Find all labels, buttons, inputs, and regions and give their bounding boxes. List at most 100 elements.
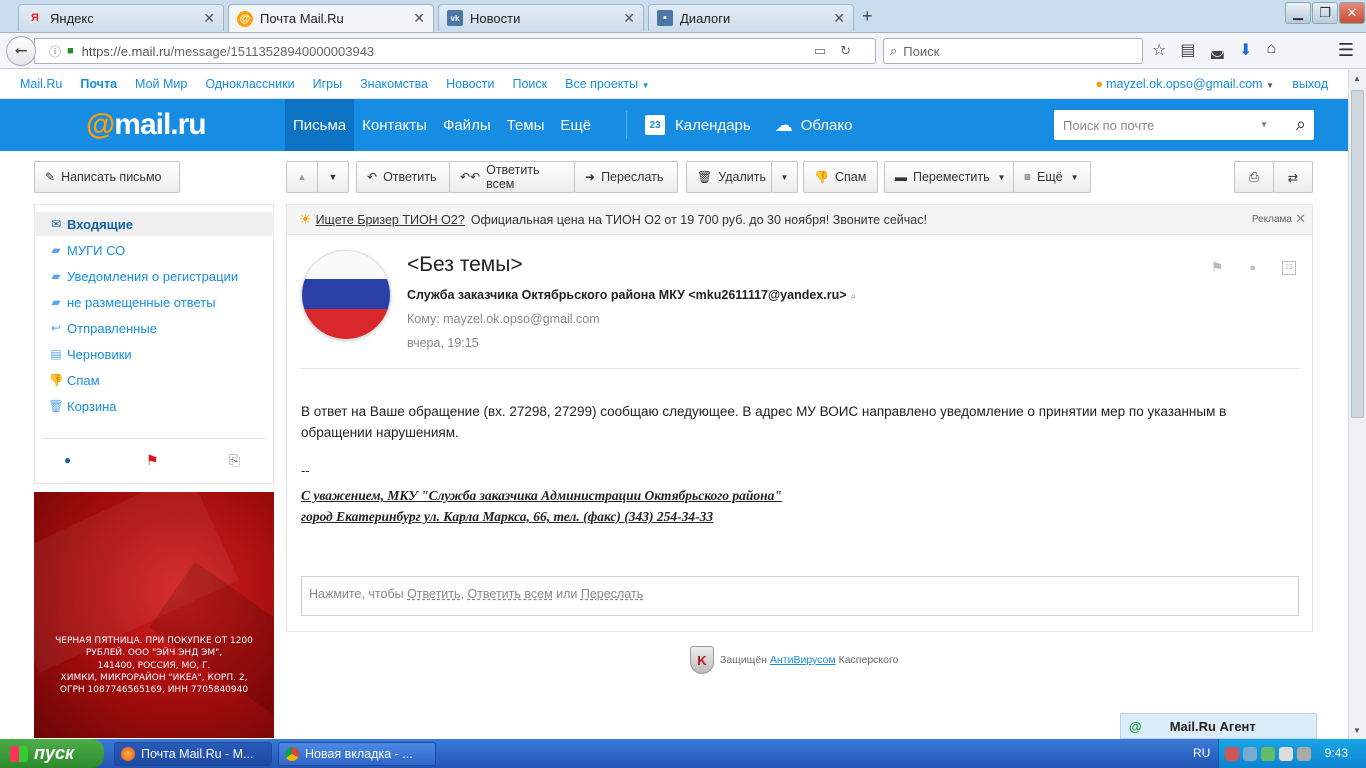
sun-icon: ☀	[299, 211, 312, 227]
nav-more[interactable]: Ещё	[552, 99, 599, 151]
menu-icon[interactable]: ☰	[1338, 40, 1354, 61]
portal-link-search[interactable]: Поиск	[513, 77, 548, 91]
delete-button[interactable]: 🗑 Удалить	[686, 161, 772, 193]
delete-options-button[interactable]: ▼	[771, 161, 798, 193]
search-icon[interactable]: ⌕	[1296, 114, 1306, 135]
header-extra: 23 Календарь ☁ Облако	[645, 99, 852, 151]
start-button[interactable]: пуск	[0, 739, 104, 768]
address-bar[interactable]: ⓘ ■ https://e.mail.ru/message/1511352894…	[34, 38, 876, 64]
portal-link-ok[interactable]: Одноклассники	[205, 77, 294, 91]
home-icon[interactable]: ⌂	[1266, 40, 1276, 60]
folder-registration-notices[interactable]: ▰ Уведомления о регистрации	[34, 264, 274, 288]
tray-app-icon[interactable]	[1225, 746, 1239, 761]
new-tab-icon[interactable]: +	[862, 6, 873, 27]
bookmark-star-icon[interactable]: ☆	[1152, 40, 1166, 60]
folder-drafts[interactable]: ▤ Черновики	[34, 342, 274, 366]
info-icon[interactable]: ⓘ	[49, 43, 61, 60]
translate-button[interactable]: ⇄	[1273, 161, 1313, 193]
close-tab-icon[interactable]: ✕	[413, 10, 425, 27]
tab-dialogs[interactable]: ▪ Диалоги ✕	[648, 4, 854, 31]
taskbar-item-chrome[interactable]: Новая вкладка - ...	[278, 742, 436, 766]
user-menu[interactable]: ● mayzel.ok.opso@gmail.com ▼	[1096, 77, 1274, 91]
portal-link-games[interactable]: Игры	[313, 77, 342, 91]
mail-search-input[interactable]: Поиск по почте ▼ ⌕	[1054, 110, 1314, 140]
taskbar-item-firefox[interactable]: Почта Mail.Ru - М...	[114, 742, 272, 766]
more-button[interactable]: ≡ Ещё ▼	[1013, 161, 1091, 193]
folder-unplaced-replies[interactable]: ▰ не размещенные ответы	[34, 290, 274, 314]
flagged-filter-icon[interactable]: ⚑	[146, 452, 159, 469]
close-icon[interactable]: ✕	[1295, 211, 1306, 227]
quick-reply-box[interactable]: Нажмите, чтобы Ответить, Ответить всем и…	[301, 576, 1299, 616]
clock: 9:43	[1324, 746, 1348, 760]
portal-link-news[interactable]: Новости	[446, 77, 494, 91]
nav-letters[interactable]: Письма	[285, 99, 355, 151]
close-tab-icon[interactable]: ✕	[833, 10, 845, 27]
pocket-icon[interactable]: ◛	[1209, 40, 1225, 60]
message-from[interactable]: Служба заказчика Октябрьского района МКУ…	[407, 288, 856, 302]
display-icon[interactable]	[1297, 746, 1311, 761]
folder-inbox[interactable]: ✉ Входящие	[34, 212, 274, 236]
portal-link-mailru[interactable]: Mail.Ru	[20, 77, 62, 91]
close-tab-icon[interactable]: ✕	[623, 10, 635, 27]
tab-vk-news[interactable]: vk Новости ✕	[438, 4, 644, 31]
network-icon[interactable]	[1243, 746, 1257, 761]
folder-icon: ▰	[51, 269, 61, 283]
folder-sent[interactable]: ↩ Отправленные	[34, 316, 274, 340]
folder-spam[interactable]: 👎 Спам	[34, 368, 274, 392]
print-button[interactable]: ⎙	[1234, 161, 1274, 193]
attachment-filter-icon[interactable]: ⎘	[229, 452, 240, 469]
nav-themes[interactable]: Темы	[499, 99, 553, 151]
folder-mugi-so[interactable]: ▰ МУГИ СО	[34, 238, 274, 262]
bookmark-icon[interactable]: ⚑	[1211, 259, 1224, 276]
nav-cloud[interactable]: Облако	[801, 117, 853, 134]
compose-button[interactable]: ✎ Написать письмо	[34, 161, 180, 193]
reply-button[interactable]: ↶ Ответить	[356, 161, 450, 193]
browser-search-input[interactable]: ⌕ Поиск	[883, 38, 1143, 64]
quick-reply-link[interactable]: Ответить	[407, 587, 460, 601]
spam-button[interactable]: 👎 Спам	[803, 161, 878, 193]
scroll-thumb[interactable]	[1351, 90, 1364, 418]
ad-link[interactable]: Ищете Бризер ТИОН О2?	[316, 213, 465, 227]
reader-reload-icons[interactable]: ▭↻	[814, 43, 865, 59]
mailru-agent-bar[interactable]: @ Mail.Ru Агент	[1120, 713, 1317, 739]
portal-link-mail[interactable]: Почта	[80, 77, 117, 91]
maximize-icon[interactable]: ❐	[1312, 2, 1338, 24]
language-indicator[interactable]: RU	[1193, 746, 1210, 760]
reply-all-button[interactable]: ↶↶ Ответить всем	[449, 161, 575, 193]
antivirus-icon[interactable]	[1261, 746, 1275, 761]
close-window-icon[interactable]: ✕	[1339, 2, 1365, 24]
chevron-down-icon: ▼	[997, 172, 1006, 182]
tab-mailru[interactable]: @ Почта Mail.Ru ✕	[228, 4, 434, 32]
kaspersky-link[interactable]: АнтиВирусом	[770, 654, 836, 666]
forward-button[interactable]: ➜ Переслать	[574, 161, 678, 193]
nav-contacts[interactable]: Контакты	[354, 99, 435, 151]
unread-filter-icon[interactable]: ●	[64, 453, 71, 467]
message-actions: ⚑ ● 23	[1211, 259, 1296, 276]
mailru-logo[interactable]: @mail.ru	[86, 108, 207, 142]
chevron-down-icon[interactable]: ▼	[1260, 120, 1268, 129]
logout-link[interactable]: выход	[1292, 77, 1328, 91]
quick-forward-link[interactable]: Переслать	[581, 587, 643, 601]
page-scrollbar[interactable]: ▲ ▼	[1348, 70, 1366, 739]
bookmarks-list-icon[interactable]: ▤	[1180, 40, 1195, 60]
tab-yandex[interactable]: Я Яндекс ✕	[18, 4, 224, 31]
download-icon[interactable]: ⬇	[1239, 40, 1252, 60]
move-button[interactable]: ▬ Переместить ▼	[884, 161, 1014, 193]
prev-message-button[interactable]: ▲	[286, 161, 318, 193]
calendar-icon[interactable]: 23	[1282, 260, 1296, 275]
back-button[interactable]: ⭠	[6, 36, 36, 66]
nav-files[interactable]: Файлы	[435, 99, 499, 151]
nav-calendar[interactable]: Календарь	[675, 117, 751, 134]
minimize-icon[interactable]: ▁	[1285, 2, 1311, 24]
volume-icon[interactable]	[1279, 746, 1293, 761]
close-tab-icon[interactable]: ✕	[203, 10, 215, 27]
sidebar-ad-banner[interactable]: ЧЕРНАЯ ПЯТНИЦА. ПРИ ПОКУПКЕ ОТ 1200 РУБЛ…	[34, 492, 274, 738]
quick-reply-all-link[interactable]: Ответить всем	[467, 587, 552, 601]
search-icon: ⌕	[850, 291, 857, 302]
portal-link-all-projects[interactable]: Все проекты ▼	[565, 77, 649, 91]
portal-link-myworld[interactable]: Мой Мир	[135, 77, 187, 91]
read-status-icon[interactable]: ●	[1249, 262, 1256, 274]
next-message-button[interactable]: ▼	[317, 161, 349, 193]
folder-trash[interactable]: 🗑 Корзина	[34, 394, 274, 418]
portal-link-dating[interactable]: Знакомства	[360, 77, 428, 91]
